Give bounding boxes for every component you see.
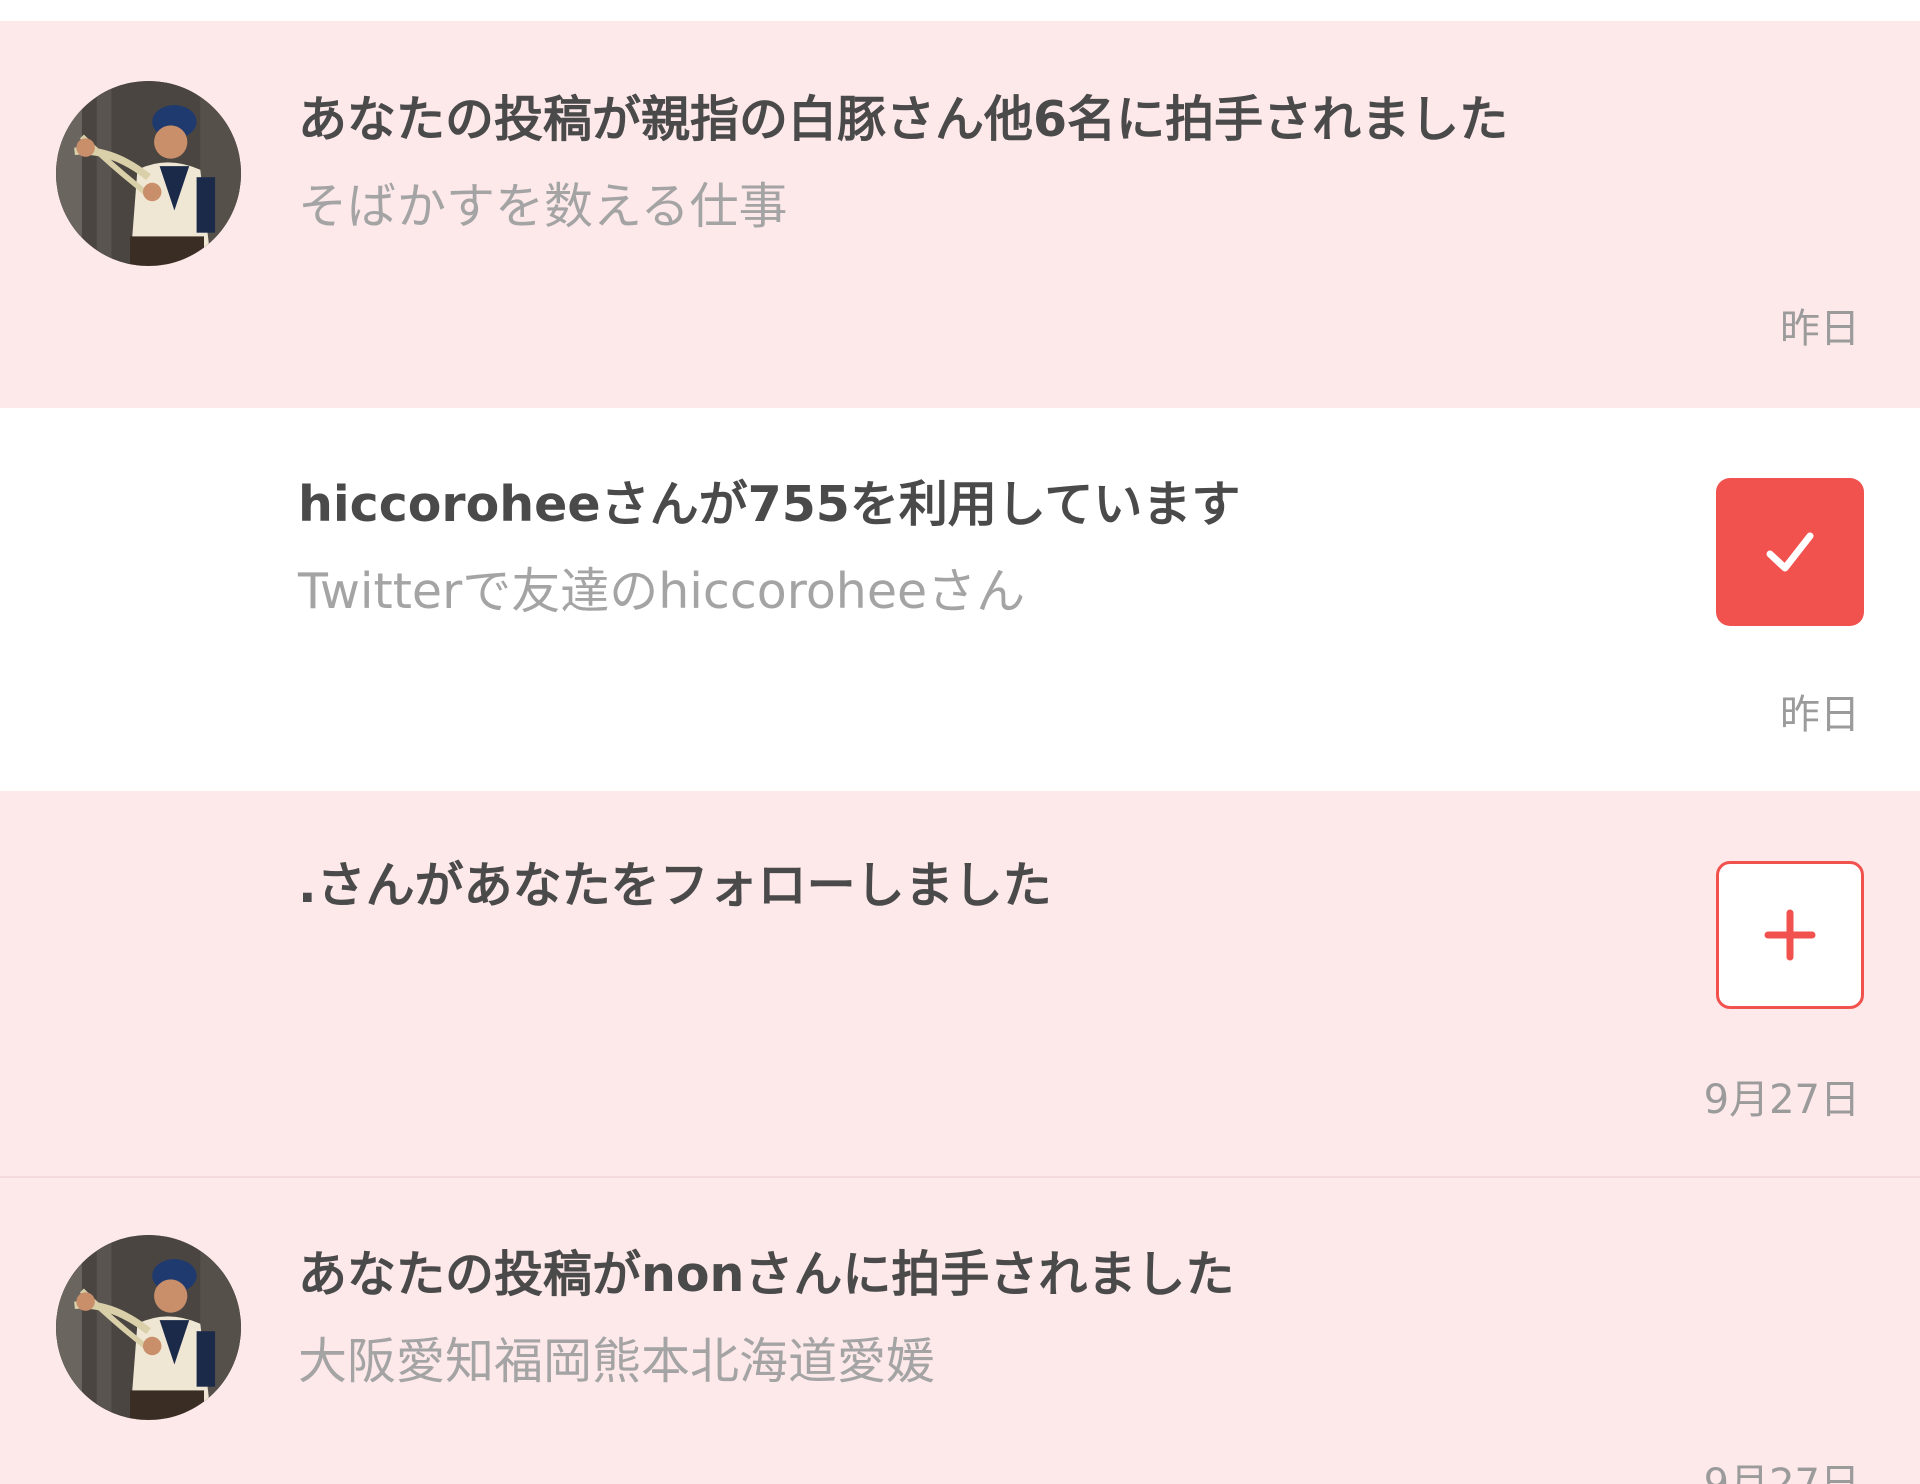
following-button[interactable] — [1716, 478, 1864, 626]
post-excerpt: 大阪愛知福岡熊本北海道愛媛 — [298, 1333, 936, 1390]
notification-title: あなたの投稿が親指の白豚さん他6名に拍手されました — [298, 91, 1509, 148]
notification-item[interactable]: .さんがあなたをフォローしました 9月27日 — [0, 791, 1920, 1178]
top-divider — [0, 0, 1920, 21]
user-avatar[interactable] — [56, 81, 241, 266]
follow-button[interactable] — [1716, 861, 1864, 1009]
plus-icon — [1764, 909, 1816, 961]
avatar-photo — [56, 81, 241, 266]
notification-time: 9月27日 — [1703, 1077, 1860, 1123]
avatar-photo — [56, 1235, 241, 1420]
notification-title: あなたの投稿がnonさんに拍手されました — [298, 1246, 1235, 1303]
notification-list: あなたの投稿が親指の白豚さん他6名に拍手されました そばかすを数える仕事 昨日 … — [0, 0, 1920, 1484]
notification-time: 昨日 — [1780, 306, 1860, 352]
notification-detail: Twitterで友達のhiccoroheeさん — [298, 563, 1026, 620]
post-excerpt: そばかすを数える仕事 — [298, 178, 788, 235]
checkmark-icon — [1766, 532, 1814, 572]
notification-time: 9月27日 — [1703, 1461, 1860, 1484]
notification-time: 昨日 — [1780, 692, 1860, 738]
notification-item[interactable]: hiccoroheeさんが755を利用しています Twitterで友達のhicc… — [0, 408, 1920, 791]
notification-item[interactable]: あなたの投稿が親指の白豚さん他6名に拍手されました そばかすを数える仕事 昨日 — [0, 21, 1920, 408]
user-avatar[interactable] — [56, 1235, 241, 1420]
notification-title: .さんがあなたをフォローしました — [298, 857, 1052, 914]
notification-item[interactable]: あなたの投稿がnonさんに拍手されました 大阪愛知福岡熊本北海道愛媛 9月27日 — [0, 1178, 1920, 1484]
notification-title: hiccoroheeさんが755を利用しています — [298, 476, 1241, 533]
